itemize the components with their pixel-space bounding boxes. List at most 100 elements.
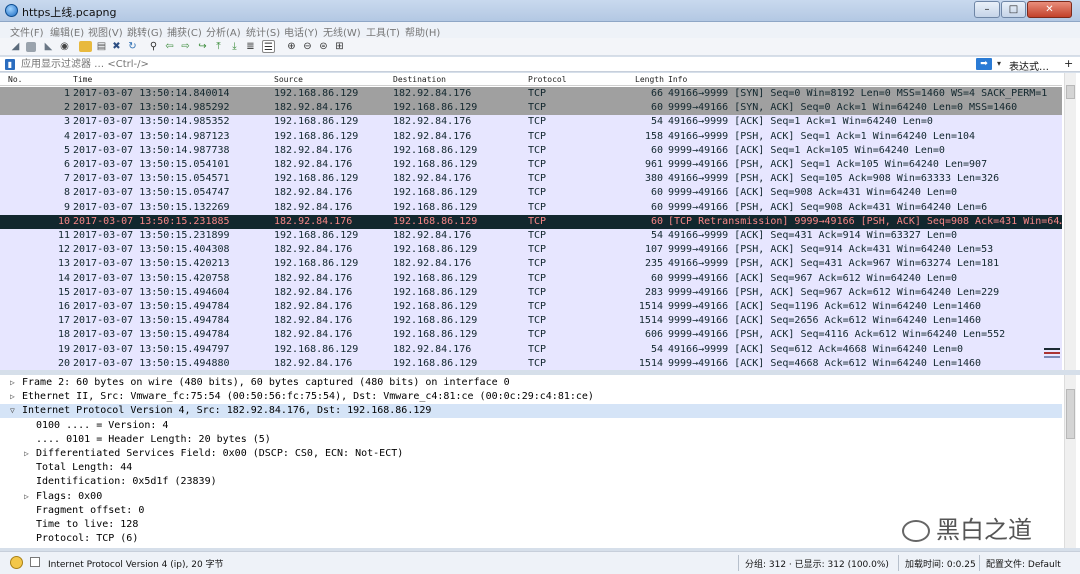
status-profile[interactable]: 配置文件: Default	[986, 557, 1061, 570]
menu-statistics[interactable]: 统计(S)	[246, 24, 280, 39]
detail-row[interactable]: ▷ Frame 2: 60 bytes on wire (480 bits), 6…	[0, 376, 1062, 390]
packet-row[interactable]: 6 2017-03-07 13:50:15.054101 182.92.84.176…	[0, 158, 1062, 173]
col-header-source[interactable]: Source	[274, 75, 303, 84]
detail-row[interactable]: ▽ Internet Protocol Version 4, Src: 182.9…	[0, 404, 1062, 419]
packet-list-scroll-thumb[interactable]	[1066, 85, 1075, 99]
menu-telephony[interactable]: 电话(Y)	[284, 24, 318, 39]
bookmark-filter-icon[interactable]: ▮	[5, 59, 15, 70]
expert-info-icon[interactable]	[10, 556, 23, 569]
menu-help[interactable]: 帮助(H)	[405, 24, 440, 39]
packet-row[interactable]: 2 2017-03-07 13:50:14.985292 182.92.84.176…	[0, 101, 1062, 116]
capture-comment-icon[interactable]	[30, 557, 40, 567]
detail-row[interactable]: ▷ Differentiated Services Field: 0x00 (DS…	[0, 447, 1062, 461]
packet-row[interactable]: 15 2017-03-07 13:50:15.494604 182.92.84.17…	[0, 285, 1062, 300]
restart-icon[interactable]: ◣	[42, 40, 55, 53]
close-button[interactable]: ✕	[1027, 1, 1072, 18]
display-filter-input[interactable]	[21, 57, 973, 71]
packet-list-scrollbar[interactable]	[1064, 73, 1076, 370]
detail-row[interactable]: ▷ Ethernet II, Src: Vmware_fc:75:54 (00:5…	[0, 390, 1062, 404]
menu-wireless[interactable]: 无线(W)	[323, 24, 361, 39]
packet-row[interactable]: 7 2017-03-07 13:50:15.054571 192.168.86.12…	[0, 172, 1062, 187]
maximize-button[interactable]: □	[1001, 1, 1026, 18]
first-packet-icon[interactable]: ⤒	[212, 40, 225, 53]
apply-filter-arrow-icon[interactable]: ➡	[976, 58, 992, 70]
detail-row[interactable]: 0100 .... = Version: 4	[0, 419, 1062, 433]
col-header-destination[interactable]: Destination	[393, 75, 446, 84]
detail-row[interactable]: Total Length: 44	[0, 461, 1062, 475]
add-filter-button[interactable]: +	[1064, 57, 1073, 70]
packet-row[interactable]: 1 2017-03-07 13:50:14.840014 192.168.86.12…	[0, 87, 1062, 102]
last-packet-icon[interactable]: ⤓	[228, 40, 241, 53]
autoscroll-icon[interactable]: ≣	[244, 40, 257, 53]
cell-no: 12	[57, 244, 70, 256]
packet-row[interactable]: 19 2017-03-07 13:50:15.494797 192.168.86.1…	[0, 342, 1062, 357]
stop-icon[interactable]	[26, 42, 36, 52]
packet-row[interactable]: 20 2017-03-07 13:50:15.494880 182.92.84.17…	[0, 356, 1062, 371]
col-header-protocol[interactable]: Protocol	[528, 75, 567, 84]
packet-row[interactable]: 4 2017-03-07 13:50:14.987123 192.168.86.12…	[0, 129, 1062, 144]
packet-row[interactable]: 14 2017-03-07 13:50:15.420758 182.92.84.17…	[0, 271, 1062, 286]
packet-row[interactable]: 3 2017-03-07 13:50:14.985352 192.168.86.12…	[0, 115, 1062, 130]
minimize-button[interactable]: –	[974, 1, 1000, 18]
col-header-no[interactable]: No.	[8, 75, 22, 84]
expression-button[interactable]: 表达式…	[1009, 58, 1049, 73]
packet-row[interactable]: 9 2017-03-07 13:50:15.132269 182.92.84.176…	[0, 200, 1062, 215]
forward-arrow-icon[interactable]: ⇨	[179, 40, 192, 53]
cell-info: 9999→49166 [ACK] Seq=908 Ack=431 Win=642…	[668, 187, 957, 199]
packet-row[interactable]: 12 2017-03-07 13:50:15.404308 182.92.84.17…	[0, 243, 1062, 258]
filter-history-dropdown-icon[interactable]: ▾	[994, 58, 1004, 70]
detail-row[interactable]: Identification: 0x5d1f (23839)	[0, 475, 1062, 489]
open-folder-icon[interactable]	[79, 41, 92, 52]
expand-triangle-icon[interactable]: ▽	[10, 404, 15, 418]
detail-row[interactable]: ▷ Flags: 0x00	[0, 490, 1062, 504]
menu-file[interactable]: 文件(F)	[10, 24, 44, 39]
cell-src: 182.92.84.176	[274, 159, 353, 170]
reload-icon[interactable]: ↻	[126, 40, 139, 53]
packet-row[interactable]: 17 2017-03-07 13:50:15.494784 182.92.84.17…	[0, 314, 1062, 329]
expand-triangle-icon[interactable]: ▷	[10, 390, 15, 404]
go-to-packet-icon[interactable]: ↪	[196, 40, 209, 53]
detail-row[interactable]: .... 0101 = Header Length: 20 bytes (5)	[0, 433, 1062, 447]
options-gear-icon[interactable]: ◉	[58, 40, 71, 53]
packet-row[interactable]: 16 2017-03-07 13:50:15.494784 182.92.84.17…	[0, 300, 1062, 315]
col-header-time[interactable]: Time	[73, 75, 92, 84]
menu-analyze[interactable]: 分析(A)	[206, 24, 241, 39]
menu-view[interactable]: 视图(V)	[88, 24, 123, 39]
menu-tools[interactable]: 工具(T)	[366, 24, 400, 39]
zoom-normal-icon[interactable]: ⊜	[317, 40, 330, 53]
menu-go[interactable]: 跳转(G)	[127, 24, 163, 39]
display-filter-bar: ▮ ➡ ▾ 表达式… +	[0, 57, 1080, 73]
cell-dst: 192.168.86.129	[393, 286, 478, 298]
menu-edit[interactable]: 编辑(E)	[50, 24, 84, 39]
zoom-out-icon[interactable]: ⊖	[301, 40, 314, 53]
cell-proto: TCP	[528, 116, 547, 128]
expand-triangle-icon[interactable]: ▷	[24, 447, 29, 461]
cell-dst: 192.168.86.129	[393, 272, 478, 284]
expand-triangle-icon[interactable]: ▷	[10, 376, 15, 390]
packet-row[interactable]: 11 2017-03-07 13:50:15.231899 192.168.86.1…	[0, 229, 1062, 244]
shark-fin-start-icon[interactable]: ◢	[9, 40, 22, 53]
zoom-in-icon[interactable]: ⊕	[285, 40, 298, 53]
back-arrow-icon[interactable]: ⇦	[163, 40, 176, 53]
expand-triangle-icon[interactable]: ▷	[24, 490, 29, 504]
packet-row[interactable]: 18 2017-03-07 13:50:15.494784 182.92.84.17…	[0, 328, 1062, 343]
details-scrollbar[interactable]	[1064, 375, 1076, 548]
col-header-length[interactable]: Length	[635, 75, 664, 84]
find-icon[interactable]: ⚲	[147, 40, 160, 53]
packet-row[interactable]: 5 2017-03-07 13:50:14.987738 182.92.84.176…	[0, 143, 1062, 158]
packet-row[interactable]: 10 2017-03-07 13:50:15.231885 182.92.84.17…	[0, 214, 1062, 229]
detail-text: 0100 .... = Version: 4	[36, 419, 169, 431]
save-icon[interactable]: ▤	[95, 40, 108, 53]
colorize-icon[interactable]: ☰	[262, 40, 275, 53]
cell-src: 182.92.84.176	[274, 244, 353, 256]
resize-columns-icon[interactable]: ⊞	[333, 40, 346, 53]
details-scroll-thumb[interactable]	[1066, 389, 1075, 439]
col-header-info[interactable]: Info	[668, 75, 687, 84]
packet-row[interactable]: 8 2017-03-07 13:50:15.054747 182.92.84.176…	[0, 186, 1062, 201]
packet-row[interactable]: 13 2017-03-07 13:50:15.420213 192.168.86.1…	[0, 257, 1062, 272]
close-file-icon[interactable]: ✖	[110, 40, 123, 53]
cell-info: 9999→49166 [PSH, ACK] Seq=4116 Ack=612 W…	[668, 329, 1006, 341]
menu-capture[interactable]: 捕获(C)	[167, 24, 202, 39]
cell-src: 182.92.84.176	[274, 187, 353, 199]
detail-text: Identification: 0x5d1f (23839)	[36, 476, 217, 488]
